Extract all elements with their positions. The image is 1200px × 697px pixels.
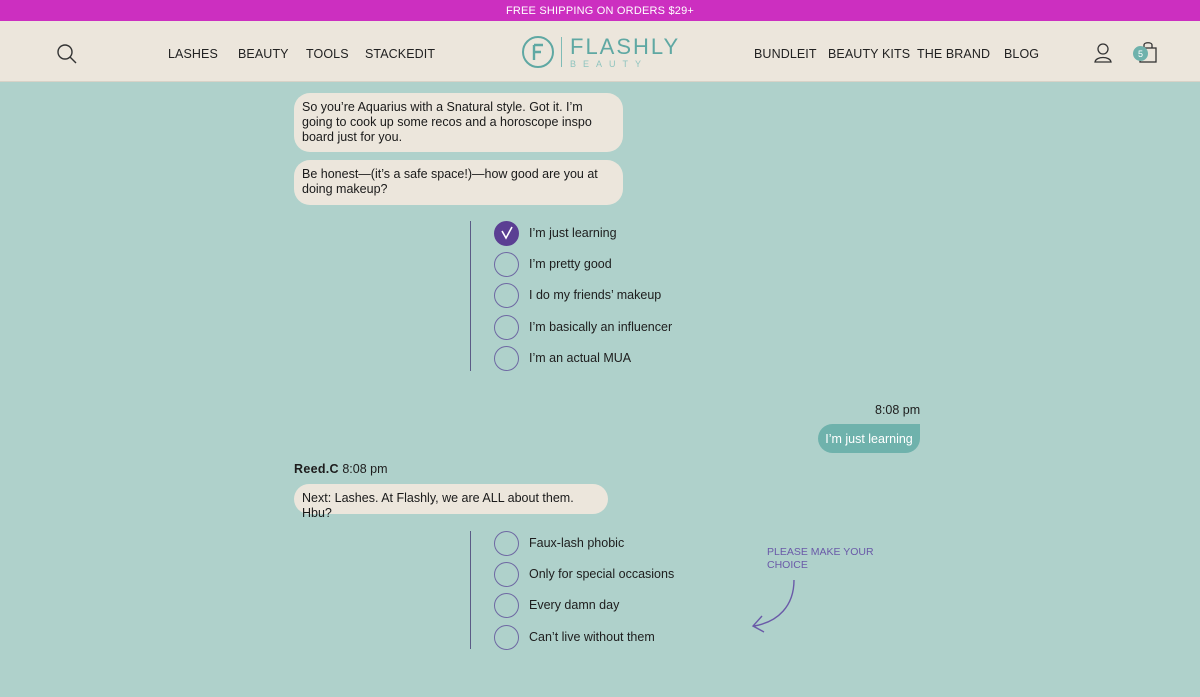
user-message-time: 8:08 pm (875, 403, 921, 417)
radio-button[interactable] (494, 561, 519, 587)
cart-count-badge: 5 (1133, 46, 1148, 61)
choice-label: I’m basically an influencer (529, 320, 673, 334)
bot-message-text: Be honest—(it’s a safe space!)—how good … (302, 167, 598, 196)
choice-divider (470, 221, 471, 371)
logo-divider (561, 37, 562, 67)
logo-sub: BEAUTY (570, 58, 649, 69)
user-icon[interactable] (1093, 42, 1113, 64)
bot-message: So you’re Aquarius with a Snatural style… (294, 93, 623, 152)
bot-sender-line: Reed.C 8:08 pm (294, 462, 388, 476)
promo-text: FREE SHIPPING ON ORDERS $29+ (505, 4, 695, 17)
nav-tools[interactable]: TOOLS (306, 47, 349, 61)
choice-divider (470, 531, 471, 649)
choice-label: I’m an actual MUA (529, 351, 632, 365)
user-message: I’m just learning (818, 424, 920, 453)
radio-button[interactable] (494, 530, 519, 556)
check-icon (500, 226, 513, 240)
bot-message: Be honest—(it’s a safe space!)—how good … (294, 160, 623, 205)
nav-beauty-kits[interactable]: BEAUTY KITS (828, 47, 910, 61)
radio-button[interactable] (494, 251, 519, 277)
choice-option[interactable]: Only for special occasions (494, 561, 674, 587)
flashly-logo[interactable]: FLASHLY BEAUTY (521, 34, 696, 70)
bot-message-text: So you’re Aquarius with a Snatural style… (302, 100, 592, 144)
choice-label: Only for special occasions (529, 567, 675, 581)
choice-label: I’m pretty good (529, 257, 612, 271)
choice-hint: PLEASE MAKE YOUR CHOICE (767, 546, 874, 571)
curved-arrow-icon (751, 579, 795, 633)
logo-name: FLASHLY (570, 33, 681, 59)
radio-button[interactable] (494, 624, 519, 650)
radio-button[interactable] (494, 345, 519, 371)
choice-label: I do my friends’ makeup (529, 288, 662, 302)
choice-label: I’m just learning (529, 226, 617, 240)
choice-option[interactable]: Can’t live without them (494, 624, 655, 650)
bot-sender-time: 8:08 pm (342, 462, 388, 476)
choice-option[interactable]: I do my friends’ makeup (494, 282, 661, 308)
nav-beauty[interactable]: BEAUTY (238, 47, 289, 61)
choice-option[interactable]: Every damn day (494, 592, 619, 618)
promo-bar: FREE SHIPPING ON ORDERS $29+ (0, 0, 1200, 21)
shopping-bag-icon[interactable]: 5 (1133, 41, 1159, 65)
choice-option[interactable]: Faux-lash phobic (494, 530, 624, 556)
choice-label: Faux-lash phobic (529, 536, 625, 550)
bot-sender-name: Reed.C (294, 462, 339, 476)
site-header: LASHES BEAUTY TOOLS STACKEDIT FLASHLY BE… (0, 21, 1200, 82)
user-message-text: I’m just learning (825, 431, 913, 446)
choice-option[interactable]: I’m pretty good (494, 251, 612, 277)
choice-option[interactable]: I’m an actual MUA (494, 345, 631, 371)
choice-option[interactable]: I’m just learning (494, 220, 617, 246)
radio-button[interactable] (494, 314, 519, 340)
choice-label: Can’t live without them (529, 630, 655, 644)
nav-stackedit[interactable]: STACKEDIT (365, 47, 435, 61)
nav-the-brand[interactable]: THE BRAND (917, 47, 990, 61)
search-icon[interactable] (56, 43, 78, 65)
nav-blog[interactable]: BLOG (1004, 47, 1039, 61)
logo-mark-icon (522, 36, 554, 68)
choice-option[interactable]: I’m basically an influencer (494, 314, 672, 340)
radio-button[interactable] (494, 592, 519, 618)
bot-message: Next: Lashes. At Flashly, we are ALL abo… (294, 484, 608, 520)
radio-checked[interactable] (494, 220, 519, 246)
choice-label: Every damn day (529, 598, 620, 612)
nav-bundleit[interactable]: BUNDLEIT (754, 47, 817, 61)
radio-button[interactable] (494, 282, 519, 308)
bot-message-text: Next: Lashes. At Flashly, we are ALL abo… (302, 491, 574, 520)
nav-lashes[interactable]: LASHES (168, 47, 218, 61)
